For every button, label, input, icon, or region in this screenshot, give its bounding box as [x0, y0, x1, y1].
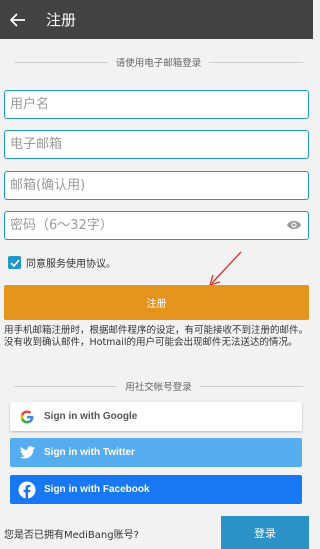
app-bar: 注册 — [0, 0, 313, 39]
facebook-signin-button[interactable]: Sign in with Facebook — [10, 475, 302, 504]
existing-account-question: 您是否已拥有MediBang账号? — [4, 530, 139, 541]
google-signin-button[interactable]: Sign in with Google — [10, 402, 302, 431]
social-section-divider: 用社交帐号登录 — [0, 378, 313, 394]
login-button[interactable]: 登录 — [221, 516, 309, 549]
facebook-icon — [18, 481, 36, 499]
social-section-label: 用社交帐号登录 — [125, 382, 192, 393]
page-title: 注册 — [46, 11, 77, 29]
checkmark-icon — [9, 258, 20, 267]
twitter-signin-label: Sign in with Twitter — [44, 447, 135, 458]
agreement-label: 同意服务使用协议。 — [26, 259, 116, 270]
register-button[interactable]: 注册 — [4, 285, 309, 320]
agreement-checkbox[interactable] — [8, 256, 21, 269]
arrow-back-icon — [10, 12, 25, 27]
notice-text: 用手机邮箱注册时，根据邮件程序的设定，有可能接收不到注册的邮件。没有收到确认邮件… — [4, 325, 309, 348]
google-icon — [20, 410, 34, 423]
email-input[interactable] — [5, 131, 308, 158]
twitter-signin-button[interactable]: Sign in with Twitter — [10, 438, 302, 467]
twitter-icon — [19, 446, 35, 459]
password-field[interactable] — [4, 211, 309, 240]
email-field[interactable] — [4, 130, 309, 159]
register-button-label: 注册 — [146, 299, 167, 310]
back-button[interactable] — [0, 0, 36, 39]
password-input[interactable] — [5, 212, 308, 239]
email-section-divider: 请使用电子邮箱登录 — [0, 54, 313, 70]
google-signin-label: Sign in with Google — [44, 411, 138, 422]
email-confirm-input[interactable] — [5, 172, 308, 199]
email-section-label: 请使用电子邮箱登录 — [115, 58, 202, 69]
login-button-label: 登录 — [254, 526, 276, 540]
annotation-arrow — [209, 251, 242, 286]
eye-icon[interactable] — [286, 218, 302, 232]
email-confirm-field[interactable] — [4, 171, 309, 200]
username-field[interactable] — [4, 90, 309, 119]
username-input[interactable] — [5, 91, 308, 118]
facebook-signin-label: Sign in with Facebook — [44, 484, 150, 495]
agreement-row[interactable]: 同意服务使用协议。 — [8, 255, 116, 270]
